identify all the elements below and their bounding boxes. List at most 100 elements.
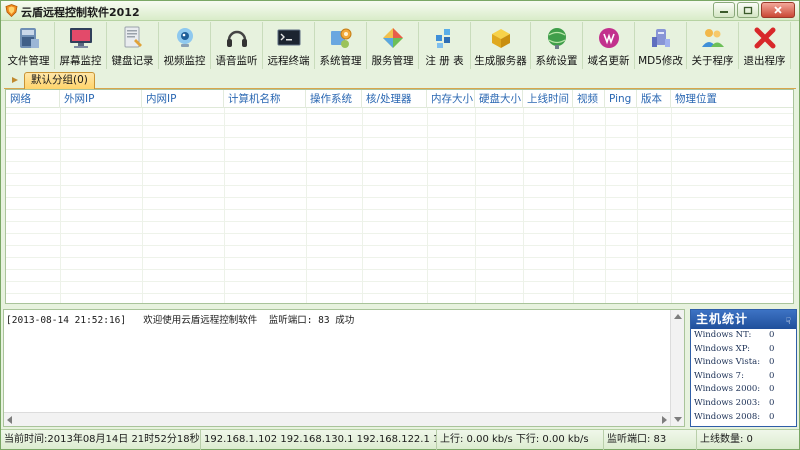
registry-icon xyxy=(431,24,459,52)
column-divider xyxy=(671,108,672,303)
window-controls xyxy=(713,2,795,18)
scroll-left-arrow-icon[interactable] xyxy=(7,416,12,424)
tab-default-group[interactable]: 默认分组(0) xyxy=(24,72,95,89)
column-header[interactable]: 外网IP xyxy=(60,90,142,108)
keyboard-icon xyxy=(119,24,147,52)
toolbar-about-button[interactable]: 关于程序 xyxy=(687,22,739,69)
column-divider xyxy=(475,108,476,303)
toolbar-system-manager-button[interactable]: 系统管理 xyxy=(315,22,367,69)
stat-row: Windows 7: 0 xyxy=(691,370,796,384)
toolbar-label: 域名更新 xyxy=(587,55,630,67)
stat-value: 0 xyxy=(769,357,775,368)
column-header[interactable]: 硬盘大小 xyxy=(475,90,523,108)
file-manager-icon xyxy=(15,24,43,52)
toolbar-label: 屏幕监控 xyxy=(59,55,102,67)
domain-update-icon xyxy=(595,24,623,52)
column-divider xyxy=(637,108,638,303)
restore-icon xyxy=(743,6,753,15)
main-window: 云盾远程控制软件2012 文件管理 屏幕监控 键盘记录 视频监控 语音监听 远程… xyxy=(0,0,800,450)
headphones-icon xyxy=(223,24,251,52)
column-header[interactable]: 内网IP xyxy=(142,90,224,108)
toolbar-label: MD5修改 xyxy=(638,55,683,67)
toolbar-domain-update-button[interactable]: 域名更新 xyxy=(583,22,635,69)
host-list-grid[interactable]: 网络 外网IP 内网IP 计算机名称 操作系统 核/处理器 内存大小 硬盘大小 … xyxy=(5,89,794,304)
stat-value: 0 xyxy=(769,397,775,408)
column-header[interactable]: 操作系统 xyxy=(306,90,362,108)
toolbar-label: 远程终端 xyxy=(267,55,310,67)
column-header[interactable]: 核/处理器 xyxy=(362,90,427,108)
toolbar-label: 文件管理 xyxy=(7,55,50,67)
toolbar-system-settings-button[interactable]: 系统设置 xyxy=(531,22,583,69)
title-bar[interactable]: 云盾远程控制软件2012 xyxy=(1,1,799,21)
column-divider xyxy=(224,108,225,303)
stat-row: Windows 2000: 0 xyxy=(691,383,796,397)
toolbar-screen-monitor-button[interactable]: 屏幕监控 xyxy=(55,22,107,69)
monitor-screen-icon xyxy=(67,24,95,52)
window-title: 云盾远程控制软件2012 xyxy=(21,6,140,19)
column-header[interactable]: Ping xyxy=(605,90,637,108)
column-header[interactable]: 视频 xyxy=(573,90,605,108)
toolbar-label: 键盘记录 xyxy=(111,55,154,67)
close-button[interactable] xyxy=(761,2,795,18)
grid-header: 网络 外网IP 内网IP 计算机名称 操作系统 核/处理器 内存大小 硬盘大小 … xyxy=(6,90,793,108)
minimize-button[interactable] xyxy=(713,2,735,18)
toolbar-label: 生成服务器 xyxy=(474,55,527,67)
toolbar-label: 退出程序 xyxy=(743,55,786,67)
toolbar-audio-listen-button[interactable]: 语音监听 xyxy=(211,22,263,69)
stat-value: 0 xyxy=(769,411,775,422)
about-users-icon xyxy=(699,24,727,52)
md5-tool-icon xyxy=(647,24,675,52)
toolbar-label: 系统管理 xyxy=(319,55,362,67)
toolbar-remote-terminal-button[interactable]: 远程终端 xyxy=(263,22,315,69)
log-entry: [2013-08-14 21:52:16] 欢迎使用云盾远程控制软件 监听端口:… xyxy=(6,315,355,326)
stat-value: 0 xyxy=(769,370,775,381)
scroll-right-arrow-icon[interactable] xyxy=(662,416,667,424)
column-divider xyxy=(142,108,143,303)
stat-label: Windows 2003: xyxy=(694,397,761,408)
column-header[interactable]: 计算机名称 xyxy=(224,90,306,108)
gear-system-icon xyxy=(327,24,355,52)
status-bar: 当前时间:2013年08月14日 21时52分18秒 192.168.1.102… xyxy=(1,429,799,450)
toolbar-file-manager-button[interactable]: 文件管理 xyxy=(3,22,55,69)
column-header[interactable]: 内存大小 xyxy=(427,90,475,108)
close-icon xyxy=(774,6,782,14)
column-divider xyxy=(573,108,574,303)
toolbar-video-monitor-button[interactable]: 视频监控 xyxy=(159,22,211,69)
host-stats-panel: 主机统计 ☟ Windows NT: 0 Windows XP: 0 Windo… xyxy=(690,309,797,427)
toolbar-build-server-button[interactable]: 生成服务器 xyxy=(471,22,531,69)
shield-app-icon xyxy=(5,4,18,17)
maximize-button[interactable] xyxy=(737,2,759,18)
main-toolbar: 文件管理 屏幕监控 键盘记录 视频监控 语音监听 远程终端 系统管理 服务管理 … xyxy=(3,22,798,69)
toolbar-keylogger-button[interactable]: 键盘记录 xyxy=(107,22,159,69)
minimize-icon xyxy=(720,11,728,13)
scroll-down-arrow-icon[interactable] xyxy=(674,417,682,422)
terminal-icon xyxy=(275,24,303,52)
status-ip-list: 192.168.1.102 192.168.130.1 192.168.122.… xyxy=(201,430,437,450)
stat-value: 0 xyxy=(769,343,775,354)
stat-label: Windows 2000: xyxy=(694,384,761,395)
stat-row: Windows Vista: 0 xyxy=(691,356,796,370)
stat-label: Windows Vista: xyxy=(694,357,761,368)
services-icon xyxy=(379,24,407,52)
webcam-icon xyxy=(171,24,199,52)
toolbar-exit-button[interactable]: 退出程序 xyxy=(739,22,791,69)
stats-title: 主机统计 xyxy=(696,312,749,326)
column-header[interactable]: 版本 xyxy=(637,90,671,108)
stat-value: 0 xyxy=(769,330,775,340)
exit-x-icon xyxy=(751,24,779,52)
event-log[interactable]: [2013-08-14 21:52:16] 欢迎使用云盾远程控制软件 监听端口:… xyxy=(3,309,685,427)
tab-scroll-arrow-icon[interactable] xyxy=(11,76,19,84)
log-vertical-scrollbar[interactable] xyxy=(670,310,684,426)
status-online-count: 上线数量: 0 xyxy=(700,434,753,445)
column-header[interactable]: 上线时间 xyxy=(523,90,573,108)
toolbar-registry-button[interactable]: 注 册 表 xyxy=(419,22,471,69)
toolbar-service-manager-button[interactable]: 服务管理 xyxy=(367,22,419,69)
toolbar-md5-modify-button[interactable]: MD5修改 xyxy=(635,22,687,69)
status-listen-port: 监听端口: 83 xyxy=(604,430,697,450)
scroll-up-arrow-icon[interactable] xyxy=(674,314,682,319)
group-tab-strip: 默认分组(0) xyxy=(4,71,796,89)
column-header[interactable]: 网络 xyxy=(6,90,60,108)
stat-row: Windows 2008: 0 xyxy=(691,411,796,425)
column-header[interactable]: 物理位置 xyxy=(671,90,791,108)
log-horizontal-scrollbar[interactable] xyxy=(4,412,670,426)
